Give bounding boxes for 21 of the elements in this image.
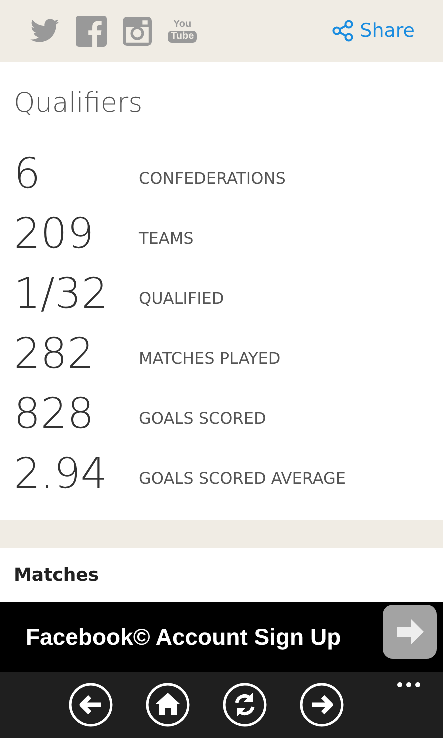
stat-value: 828	[14, 388, 96, 438]
section-title: Matches	[14, 564, 100, 586]
ad-banner[interactable]: Facebook© Account Sign Up	[0, 602, 443, 672]
home-icon[interactable]	[146, 683, 190, 727]
stat-label: GOALS SCORED	[139, 408, 266, 428]
refresh-icon[interactable]	[223, 683, 267, 727]
stat-label: QUALIFIED	[139, 288, 224, 308]
share-icon	[332, 20, 354, 42]
stat-label: MATCHES PLAYED	[139, 348, 281, 368]
stat-value: 6	[14, 148, 42, 198]
more-icon[interactable]	[397, 682, 421, 688]
stat-label: TEAMS	[139, 228, 194, 248]
share-button[interactable]: Share	[332, 20, 415, 42]
stat-label: GOALS SCORED AVERAGE	[139, 468, 346, 488]
section-title: Qualifiers	[14, 88, 144, 119]
stat-value: 1/32	[14, 268, 110, 318]
ad-text: Facebook© Account Sign Up	[26, 624, 342, 650]
stat-value: 2.94	[14, 448, 109, 498]
stat-label: CONFEDERATIONS	[139, 168, 286, 188]
stat-value: 282	[14, 328, 96, 378]
stat-value: 209	[14, 208, 96, 258]
